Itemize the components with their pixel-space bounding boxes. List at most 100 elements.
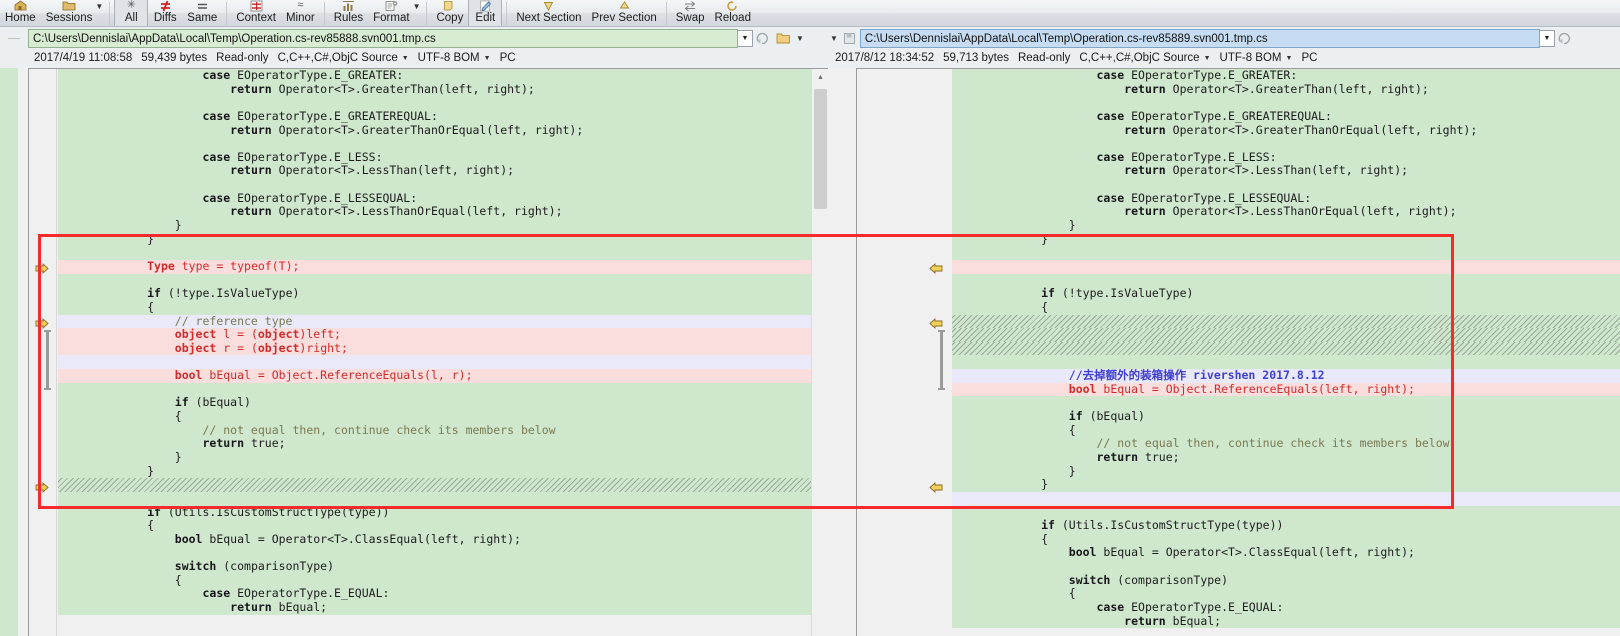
code-line[interactable]: // not equal then, continue check its me… — [58, 423, 828, 438]
code-line[interactable]: case EOperatorType.E_LESSEQUAL: — [952, 191, 1620, 206]
left-encoding-chevron-down-icon[interactable]: ▼ — [484, 55, 491, 62]
rules-button[interactable]: Rules — [329, 0, 368, 26]
code-line[interactable] — [952, 259, 1620, 274]
code-line[interactable]: } — [58, 450, 828, 465]
edit-button[interactable]: Edit — [468, 0, 503, 26]
code-line[interactable]: if (!type.IsValueType) — [952, 286, 1620, 301]
code-line[interactable] — [58, 137, 828, 151]
code-line[interactable]: bool bEqual = Operator<T>.ClassEqual(lef… — [952, 546, 1620, 561]
code-line[interactable]: return true; — [952, 450, 1620, 465]
code-line[interactable]: return Operator<T>.GreaterThanOrEqual(le… — [58, 123, 828, 138]
right-save-icon[interactable] — [840, 29, 860, 48]
right-code-area[interactable]: case EOperatorType.E_GREATER: return Ope… — [952, 69, 1620, 636]
scroll-thumb[interactable] — [814, 89, 827, 209]
swap-button[interactable]: Swap — [671, 0, 710, 26]
code-line[interactable]: switch (comparisonType) — [58, 559, 828, 574]
code-line[interactable]: //去掉额外的装箱操作 rivershen 2017.8.12 — [952, 368, 1620, 383]
view-all-button[interactable]: ✳ All — [114, 0, 149, 26]
code-line[interactable]: case EOperatorType.E_LESS: — [952, 150, 1620, 165]
right-path-history-icon[interactable] — [1555, 29, 1575, 48]
left-browse-chevron-down-icon[interactable]: ▼ — [796, 35, 804, 43]
code-line[interactable] — [952, 246, 1620, 260]
right-encoding[interactable]: UTF-8 BOM — [1220, 52, 1282, 64]
code-line[interactable] — [952, 505, 1620, 520]
code-line[interactable]: Type type = typeof(T); — [58, 259, 828, 274]
format-button[interactable]: Format — [368, 0, 414, 26]
code-line[interactable]: } — [58, 232, 828, 247]
left-filetype[interactable]: C,C++,C#,ObjC Source — [278, 52, 398, 64]
code-line[interactable]: case EOperatorType.E_LESS: — [58, 150, 828, 165]
code-line[interactable]: if (!type.IsValueType) — [58, 286, 828, 301]
left-path-input[interactable]: C:\Users\Dennislai\AppData\Local\Temp\Op… — [28, 29, 738, 48]
code-line[interactable]: if (bEqual) — [952, 409, 1620, 424]
code-line[interactable] — [952, 396, 1620, 411]
code-line[interactable] — [58, 491, 828, 506]
code-line[interactable] — [952, 96, 1620, 110]
code-line[interactable]: if (bEqual) — [58, 396, 828, 411]
next-section-button[interactable]: Next Section — [511, 0, 586, 26]
left-path-chevron-down-icon[interactable]: ▼ — [738, 30, 753, 47]
code-line[interactable]: return Operator<T>.LessThanOrEqual(left,… — [952, 205, 1620, 220]
code-line[interactable] — [58, 382, 828, 397]
left-vertical-scrollbar[interactable]: ▲ — [811, 69, 828, 636]
code-line[interactable]: case EOperatorType.E_EQUAL: — [952, 600, 1620, 615]
change-marker-arrow-icon[interactable] — [929, 263, 944, 274]
prev-section-button[interactable]: Prev Section — [587, 0, 662, 26]
code-line[interactable]: } — [952, 218, 1620, 233]
view-diffs-button[interactable]: Diffs — [148, 0, 182, 26]
code-line[interactable]: } — [952, 232, 1620, 247]
right-path-chevron-down-icon[interactable]: ▼ — [1539, 30, 1555, 47]
code-line[interactable]: { — [58, 573, 828, 588]
code-line[interactable] — [58, 546, 828, 561]
code-line[interactable]: case EOperatorType.E_GREATEREQUAL: — [58, 109, 828, 124]
code-line[interactable]: return Operator<T>.GreaterThan(left, rig… — [58, 82, 828, 97]
left-browse-folder-icon[interactable] — [773, 29, 795, 48]
right-filetype-chevron-down-icon[interactable]: ▼ — [1204, 55, 1211, 62]
code-line[interactable]: { — [58, 300, 828, 315]
code-line[interactable] — [58, 246, 828, 260]
code-line[interactable]: return bEqual; — [58, 600, 828, 615]
code-line[interactable]: { — [952, 587, 1620, 601]
left-encoding[interactable]: UTF-8 BOM — [418, 52, 480, 64]
scroll-up-icon[interactable]: ▲ — [812, 69, 828, 86]
code-line[interactable] — [952, 355, 1620, 370]
code-line[interactable]: bool bEqual = Object.ReferenceEquals(lef… — [952, 382, 1620, 397]
sessions-button[interactable]: Sessions — [41, 0, 98, 26]
code-line[interactable]: case EOperatorType.E_GREATEREQUAL: — [952, 109, 1620, 124]
code-line[interactable]: return Operator<T>.GreaterThan(left, rig… — [952, 82, 1620, 97]
code-line[interactable]: case EOperatorType.E_EQUAL: — [58, 587, 828, 601]
code-line[interactable] — [58, 273, 828, 288]
change-marker-arrow-icon[interactable] — [929, 482, 944, 493]
code-line[interactable]: { — [952, 532, 1620, 547]
code-line[interactable]: case EOperatorType.E_GREATER: — [58, 69, 828, 83]
minor-button[interactable]: ≈ Minor — [281, 0, 320, 26]
code-line[interactable]: return Operator<T>.LessThanOrEqual(left,… — [58, 205, 828, 220]
code-line[interactable]: // not equal then, continue check its me… — [952, 436, 1620, 451]
code-line[interactable] — [58, 178, 828, 192]
code-line[interactable]: return bEqual; — [952, 614, 1620, 629]
code-line[interactable]: case EOperatorType.E_LESSEQUAL: — [58, 191, 828, 206]
code-line[interactable]: return Operator<T>.GreaterThanOrEqual(le… — [952, 123, 1620, 138]
code-line[interactable] — [952, 341, 1620, 356]
change-marker-arrow-icon[interactable] — [35, 482, 50, 493]
code-line[interactable]: { — [58, 409, 828, 424]
home-button[interactable]: Home — [0, 0, 41, 26]
code-line[interactable] — [952, 491, 1620, 506]
right-encoding-chevron-down-icon[interactable]: ▼ — [1286, 55, 1293, 62]
code-line[interactable] — [952, 273, 1620, 288]
code-line[interactable]: if (Utils.IsCustomStructType(type)) — [952, 518, 1620, 533]
code-line[interactable]: } — [952, 478, 1620, 492]
left-filetype-chevron-down-icon[interactable]: ▼ — [402, 55, 409, 62]
right-gutter[interactable] — [923, 69, 951, 636]
right-path-prev-chevron-icon[interactable]: ▼ — [830, 35, 838, 43]
code-line[interactable]: { — [952, 300, 1620, 315]
change-marker-arrow-icon[interactable] — [929, 318, 944, 329]
code-line[interactable]: bool bEqual = Operator<T>.ClassEqual(lef… — [58, 532, 828, 547]
left-code-area[interactable]: case EOperatorType.E_GREATER: return Ope… — [58, 69, 828, 636]
code-line[interactable] — [952, 178, 1620, 192]
left-gutter[interactable] — [29, 69, 57, 636]
code-line[interactable] — [952, 560, 1620, 574]
reload-button[interactable]: Reload — [710, 0, 756, 26]
right-filetype[interactable]: C,C++,C#,ObjC Source — [1079, 52, 1199, 64]
code-line[interactable]: if (Utils.IsCustomStructType(type)) — [58, 505, 828, 520]
